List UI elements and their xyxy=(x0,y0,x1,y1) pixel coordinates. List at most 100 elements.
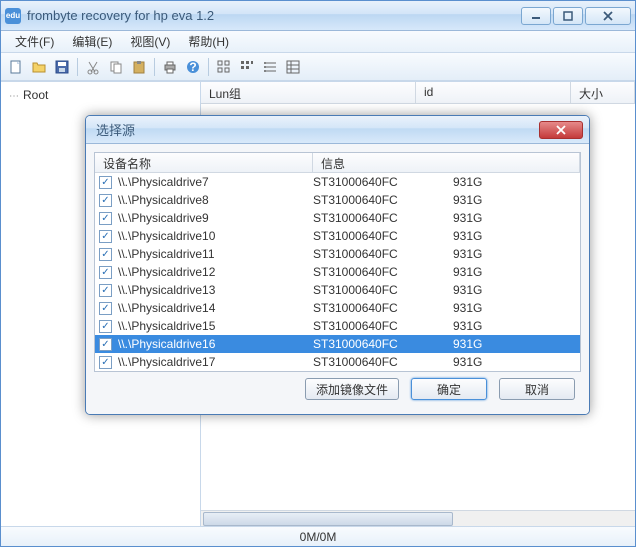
device-size: 931G xyxy=(453,265,513,279)
dialog-close-button[interactable] xyxy=(539,121,583,139)
minimize-button[interactable] xyxy=(521,7,551,25)
dialog-title: 选择源 xyxy=(92,120,539,139)
copy-icon xyxy=(108,59,124,75)
device-info: ST31000640FC xyxy=(313,301,453,315)
add-image-button[interactable]: 添加镜像文件 xyxy=(305,378,399,400)
device-size: 931G xyxy=(453,229,513,243)
dialog-body: 设备名称 信息 ✓\\.\Physicaldrive7ST31000640FC9… xyxy=(86,144,589,414)
toolbar-separator xyxy=(77,58,78,76)
device-checkbox[interactable]: ✓ xyxy=(99,266,112,279)
cancel-button[interactable]: 取消 xyxy=(499,378,575,400)
device-name: \\.\Physicaldrive8 xyxy=(118,193,313,207)
device-checkbox[interactable]: ✓ xyxy=(99,176,112,189)
col-id[interactable]: id xyxy=(416,82,571,103)
horizontal-scrollbar[interactable] xyxy=(201,510,635,526)
new-file-icon xyxy=(8,59,24,75)
device-row[interactable]: ✓ \\.\Physicaldrive9ST31000640FC931G xyxy=(95,209,580,227)
device-name: \\.\Physicaldrive17 xyxy=(118,355,313,369)
dialog-titlebar[interactable]: 选择源 xyxy=(86,116,589,144)
help-button[interactable]: ? xyxy=(182,56,204,78)
maximize-icon xyxy=(563,11,573,21)
titlebar: edu frombyte recovery for hp eva 1.2 xyxy=(1,1,635,31)
menu-file[interactable]: 文件(F) xyxy=(7,31,62,52)
device-row[interactable]: ✓ \\.\Physicaldrive10ST31000640FC931G xyxy=(95,227,580,245)
statusbar: 0M/0M xyxy=(1,526,635,546)
scrollbar-thumb[interactable] xyxy=(203,512,453,526)
view-small-button[interactable] xyxy=(236,56,258,78)
toolbar-separator xyxy=(208,58,209,76)
menu-help[interactable]: 帮助(H) xyxy=(180,31,237,52)
device-info: ST31000640FC xyxy=(313,211,453,225)
device-row[interactable]: ✓\\.\Physicaldrive16ST31000640FC931G xyxy=(95,335,580,353)
device-row[interactable]: ✓\\.\Physicaldrive11ST31000640FC931G xyxy=(95,245,580,263)
device-size: 931G xyxy=(453,319,513,333)
menu-edit[interactable]: 编辑(E) xyxy=(64,31,120,52)
device-checkbox[interactable]: ✓ xyxy=(99,212,112,225)
device-info: ST31000640FC xyxy=(313,175,453,189)
device-list: 设备名称 信息 ✓\\.\Physicaldrive7ST31000640FC9… xyxy=(94,152,581,372)
device-name: \\.\Physicaldrive7 xyxy=(118,175,313,189)
device-row[interactable]: ✓\\.\Physicaldrive8ST31000640FC931G xyxy=(95,191,580,209)
cut-button[interactable] xyxy=(82,56,104,78)
minimize-icon xyxy=(531,11,541,21)
save-button[interactable] xyxy=(51,56,73,78)
device-checkbox[interactable]: ✓ xyxy=(99,302,112,315)
device-row[interactable]: ✓\\.\Physicaldrive17ST31000640FC931G xyxy=(95,353,580,371)
device-size: 931G xyxy=(453,211,513,225)
device-info: ST31000640FC xyxy=(313,229,453,243)
col-lun[interactable]: Lun组 xyxy=(201,82,416,103)
device-size: 931G xyxy=(453,193,513,207)
close-button[interactable] xyxy=(585,7,631,25)
device-checkbox[interactable]: ✓ xyxy=(99,194,112,207)
open-button[interactable] xyxy=(28,56,50,78)
toolbar: ? xyxy=(1,53,635,81)
device-row[interactable]: ✓\\.\Physicaldrive12ST31000640FC931G xyxy=(95,263,580,281)
list-icon xyxy=(262,59,278,75)
col-device-name[interactable]: 设备名称 xyxy=(95,153,313,172)
device-info: ST31000640FC xyxy=(313,247,453,261)
device-row[interactable]: ✓\\.\Physicaldrive14ST31000640FC931G xyxy=(95,299,580,317)
device-row[interactable]: ✓\\.\Physicaldrive13ST31000640FC931G xyxy=(95,281,580,299)
save-icon xyxy=(54,59,70,75)
device-name: \\.\Physicaldrive9 xyxy=(118,211,313,225)
new-button[interactable] xyxy=(5,56,27,78)
view-detail-button[interactable] xyxy=(282,56,304,78)
device-row[interactable]: ✓\\.\Physicaldrive15ST31000640FC931G xyxy=(95,317,580,335)
detail-icon xyxy=(285,59,301,75)
menubar: 文件(F) 编辑(E) 视图(V) 帮助(H) xyxy=(1,31,635,53)
view-large-button[interactable] xyxy=(213,56,235,78)
col-device-info[interactable]: 信息 xyxy=(313,153,580,172)
close-icon xyxy=(603,11,613,21)
device-checkbox[interactable]: ✓ xyxy=(99,284,112,297)
device-row[interactable]: ✓\\.\Physicaldrive7ST31000640FC931G xyxy=(95,173,580,191)
device-info: ST31000640FC xyxy=(313,355,453,369)
device-rows[interactable]: ✓\\.\Physicaldrive7ST31000640FC931G✓\\.\… xyxy=(95,173,580,371)
maximize-button[interactable] xyxy=(553,7,583,25)
paste-button[interactable] xyxy=(128,56,150,78)
select-source-dialog: 选择源 设备名称 信息 ✓\\.\Physicaldrive7ST3100064… xyxy=(85,115,590,415)
menu-view[interactable]: 视图(V) xyxy=(122,31,178,52)
ok-button[interactable]: 确定 xyxy=(411,378,487,400)
tree-root-node[interactable]: Root xyxy=(5,86,196,104)
device-size: 931G xyxy=(453,337,513,351)
device-checkbox[interactable]: ✓ xyxy=(99,230,112,243)
device-name: \\.\Physicaldrive13 xyxy=(118,283,313,297)
device-name: \\.\Physicaldrive10 xyxy=(118,229,313,243)
view-list-button[interactable] xyxy=(259,56,281,78)
device-size: 931G xyxy=(453,247,513,261)
small-icons-icon xyxy=(239,59,255,75)
device-name: \\.\Physicaldrive16 xyxy=(118,337,313,351)
device-checkbox[interactable]: ✓ xyxy=(99,338,112,351)
device-checkbox[interactable]: ✓ xyxy=(99,356,112,369)
copy-button[interactable] xyxy=(105,56,127,78)
device-checkbox[interactable]: ✓ xyxy=(99,248,112,261)
toolbar-separator xyxy=(154,58,155,76)
app-title: frombyte recovery for hp eva 1.2 xyxy=(27,8,521,23)
col-size[interactable]: 大小 xyxy=(571,82,635,103)
status-text: 0M/0M xyxy=(300,530,337,544)
print-button[interactable] xyxy=(159,56,181,78)
window-controls xyxy=(521,7,631,25)
close-icon xyxy=(555,125,567,135)
device-checkbox[interactable]: ✓ xyxy=(99,320,112,333)
device-info: ST31000640FC xyxy=(313,265,453,279)
